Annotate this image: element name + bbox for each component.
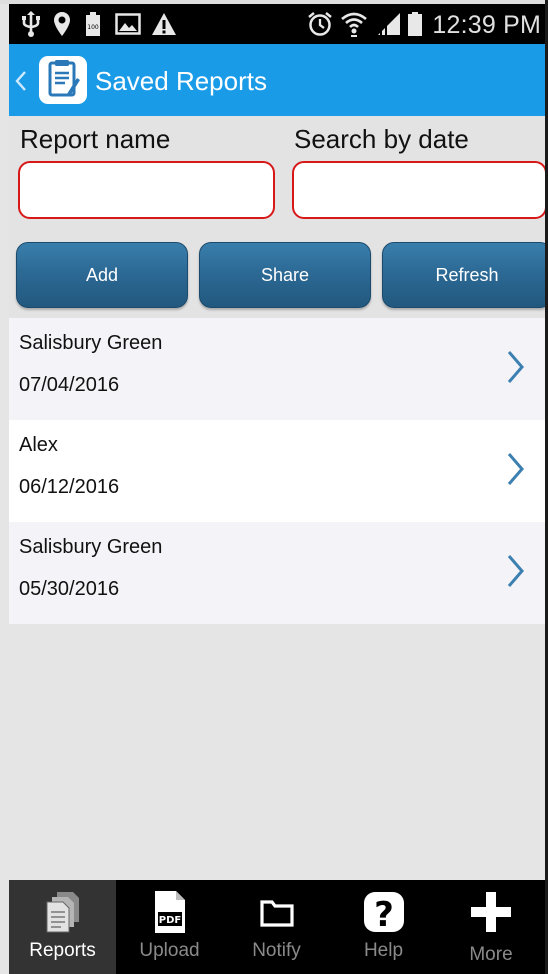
report-date: 06/12/2016 [19, 476, 120, 498]
nav-notify-label: Notify [252, 940, 301, 961]
nav-help-label: Help [363, 940, 404, 961]
status-bar: 100 12:39 PM [9, 4, 545, 44]
svg-text:PDF: PDF [158, 915, 180, 926]
battery-full-icon: 100 [83, 4, 103, 44]
nav-more-label: More [469, 944, 513, 965]
chevron-right-icon[interactable] [505, 451, 525, 487]
report-app-icon[interactable] [39, 56, 87, 104]
alarm-icon [306, 4, 334, 44]
nav-notify[interactable]: Notify [223, 880, 330, 974]
report-name: Alex [19, 434, 58, 456]
svg-text:100: 100 [87, 24, 99, 31]
pdf-icon: PDF [116, 884, 223, 940]
screen: 100 12:39 PM Saved Reports Report name S… [0, 0, 548, 974]
report-name-label: Report name [20, 124, 171, 154]
search-form: Report name Search by date Add Share Ref… [9, 116, 548, 318]
nav-reports-label: Reports [29, 940, 96, 961]
folder-icon [223, 884, 330, 940]
report-list: Salisbury Green 07/04/2016 Alex 06/12/20… [9, 318, 545, 624]
list-item[interactable]: Salisbury Green 07/04/2016 [9, 318, 545, 420]
usb-icon [19, 4, 43, 44]
battery-icon [407, 4, 423, 44]
report-date: 07/04/2016 [19, 374, 120, 396]
share-button[interactable]: Share [199, 242, 371, 308]
nav-reports[interactable]: Reports [9, 880, 116, 974]
refresh-button[interactable]: Refresh [382, 242, 548, 308]
gallery-icon [113, 4, 143, 44]
reports-icon [9, 884, 116, 940]
nav-upload-label: Upload [139, 940, 200, 961]
list-item[interactable]: Salisbury Green 05/30/2016 [9, 522, 545, 624]
wifi-icon [339, 4, 369, 44]
search-date-label: Search by date [294, 124, 469, 154]
svg-text:?: ? [374, 895, 394, 935]
help-icon: ? [330, 884, 437, 940]
search-date-input[interactable] [292, 161, 547, 219]
warning-icon [150, 4, 178, 44]
location-icon [51, 4, 73, 44]
report-name: Salisbury Green [19, 536, 163, 558]
action-bar: Saved Reports [9, 44, 545, 116]
page-title: Saved Reports [95, 66, 267, 96]
bottom-nav: Reports PDF Upload Notify ? Help More [9, 880, 545, 974]
nav-more[interactable]: More [437, 880, 545, 974]
report-name: Salisbury Green [19, 332, 163, 354]
nav-help[interactable]: ? Help [330, 880, 437, 974]
chevron-right-icon[interactable] [505, 553, 525, 589]
add-button[interactable]: Add [16, 242, 188, 308]
report-date: 05/30/2016 [19, 578, 120, 600]
signal-icon [375, 4, 403, 44]
nav-upload[interactable]: PDF Upload [116, 880, 223, 974]
report-name-input[interactable] [18, 161, 275, 219]
chevron-left-icon[interactable] [11, 64, 31, 98]
list-item[interactable]: Alex 06/12/2016 [9, 420, 545, 522]
chevron-right-icon[interactable] [505, 349, 525, 385]
clock-time: 12:39 PM [432, 11, 541, 39]
plus-icon [437, 884, 545, 940]
